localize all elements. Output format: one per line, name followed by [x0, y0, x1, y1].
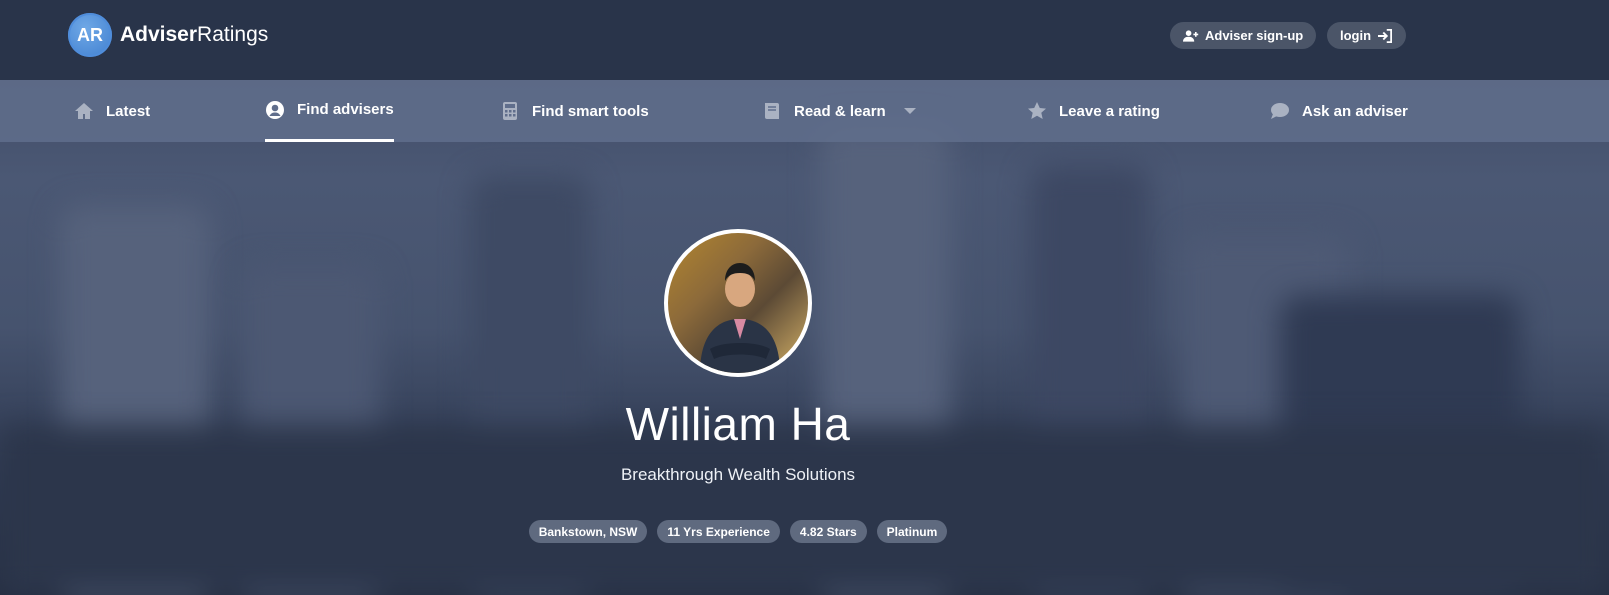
chat-bubble-icon: [1271, 103, 1289, 119]
nav-item-find-advisers[interactable]: Find advisers: [265, 80, 394, 142]
logo[interactable]: AR AdviserRatings: [68, 13, 268, 57]
login-button[interactable]: login: [1327, 22, 1407, 49]
user-plus-icon: [1183, 29, 1199, 42]
login-label: login: [1340, 28, 1372, 43]
nav-item-find-smart-tools[interactable]: Find smart tools: [500, 80, 649, 142]
top-header: AR AdviserRatings Adviser sign-up login: [0, 0, 1609, 80]
nav-label: Ask an adviser: [1302, 102, 1408, 120]
nav-label: Find advisers: [297, 101, 394, 118]
tier-badge: Platinum: [876, 520, 948, 543]
rating-badge: 4.82 Stars: [789, 520, 867, 543]
home-icon: [75, 103, 93, 119]
adviser-badges: Bankstown, NSW 11 Yrs Experience 4.82 St…: [0, 520, 1476, 543]
nav-label: Find smart tools: [532, 102, 649, 120]
signup-label: Adviser sign-up: [1205, 28, 1304, 43]
star-icon: [1028, 102, 1046, 119]
nav-label: Leave a rating: [1059, 102, 1160, 120]
adviser-name: William Ha: [625, 398, 851, 450]
experience-badge: 11 Yrs Experience: [657, 520, 780, 543]
adviser-signup-button[interactable]: Adviser sign-up: [1170, 22, 1317, 49]
nav-item-latest[interactable]: Latest: [74, 80, 150, 142]
sign-in-icon: [1378, 28, 1393, 43]
adviser-company: Breakthrough Wealth Solutions: [620, 465, 856, 484]
nav-label: Latest: [106, 102, 151, 120]
location-badge: Bankstown, NSW: [528, 520, 648, 543]
nav-item-ask-adviser[interactable]: Ask an adviser: [1270, 80, 1408, 142]
nav-label: Read & learn: [794, 102, 886, 120]
calculator-icon: [503, 102, 517, 120]
user-circle-icon: [266, 100, 284, 119]
main-nav: Latest Find advisers Find smart tools Re…: [0, 80, 1609, 142]
nav-item-read-learn[interactable]: Read & learn: [762, 80, 916, 142]
avatar: [664, 229, 812, 377]
person-photo: [700, 263, 780, 373]
book-icon: [765, 103, 779, 119]
nav-item-leave-rating[interactable]: Leave a rating: [1027, 80, 1160, 142]
logo-badge: AR: [68, 13, 112, 57]
logo-wordmark: AdviserRatings: [120, 23, 269, 46]
chevron-down-icon: [903, 108, 916, 114]
